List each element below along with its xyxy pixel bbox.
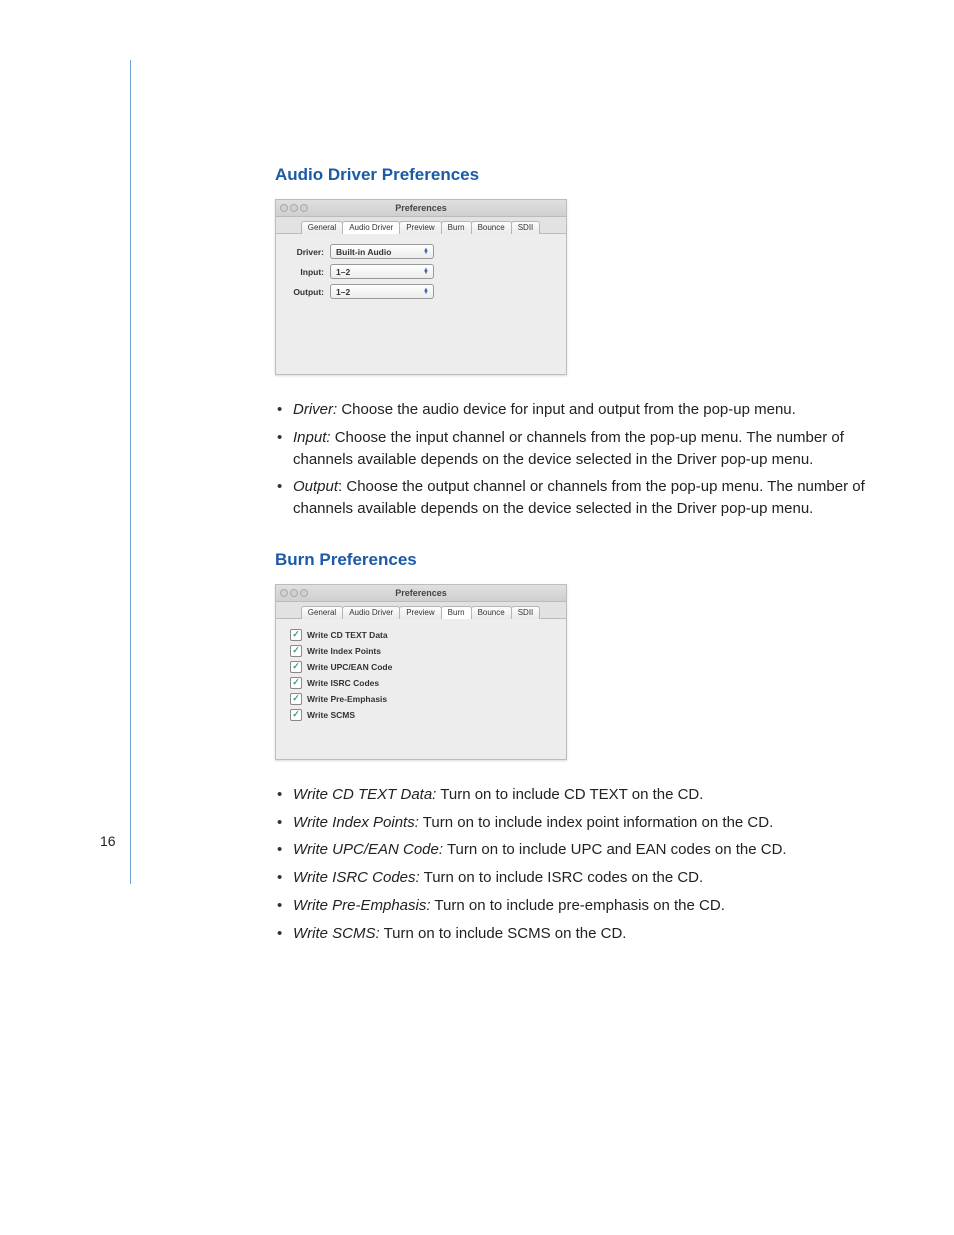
prefs-body-audio: Driver: Built-in Audio ▲▼ Input: 1–2 ▲▼ … xyxy=(276,234,566,374)
select-input[interactable]: 1–2 ▲▼ xyxy=(330,264,434,279)
def-upcean-text: Turn on to include UPC and EAN codes on … xyxy=(443,841,787,858)
chevron-updown-icon: ▲▼ xyxy=(421,289,431,295)
checkbox-upcean[interactable]: ✓ xyxy=(290,661,302,673)
window-titlebar: Preferences xyxy=(276,585,566,602)
select-driver[interactable]: Built-in Audio ▲▼ xyxy=(330,244,434,259)
chevron-updown-icon: ▲▼ xyxy=(421,269,431,275)
label-output: Output: xyxy=(290,287,324,297)
def-cdtext-term: Write CD TEXT Data: xyxy=(293,786,436,803)
def-isrc: Write ISRC Codes: Turn on to include ISR… xyxy=(275,867,865,889)
def-cdtext-text: Turn on to include CD TEXT on the CD. xyxy=(436,786,703,803)
def-output-text: : Choose the output channel or channels … xyxy=(293,478,865,517)
tab-sdii[interactable]: SDII xyxy=(511,606,541,619)
def-isrc-text: Turn on to include ISRC codes on the CD. xyxy=(420,869,703,886)
prefs-tabs: General Audio Driver Preview Burn Bounce… xyxy=(276,602,566,619)
def-driver-term: Driver: xyxy=(293,401,337,418)
tab-audio-driver[interactable]: Audio Driver xyxy=(342,606,400,619)
heading-audio-driver-prefs: Audio Driver Preferences xyxy=(275,165,865,185)
tab-audio-driver[interactable]: Audio Driver xyxy=(342,221,400,234)
def-upcean-term: Write UPC/EAN Code: xyxy=(293,841,443,858)
def-output-term: Output xyxy=(293,478,338,495)
def-driver: Driver: Choose the audio device for inpu… xyxy=(275,399,865,421)
audio-definitions-list: Driver: Choose the audio device for inpu… xyxy=(275,399,865,520)
def-scms: Write SCMS: Turn on to include SCMS on t… xyxy=(275,923,865,945)
select-driver-value: Built-in Audio xyxy=(336,247,391,257)
checkbox-scms-label: Write SCMS xyxy=(307,710,355,720)
tab-general[interactable]: General xyxy=(301,221,343,234)
def-upcean: Write UPC/EAN Code: Turn on to include U… xyxy=(275,839,865,861)
def-input-term: Input: xyxy=(293,429,331,446)
checkbox-isrc[interactable]: ✓ xyxy=(290,677,302,689)
checkbox-cdtext-label: Write CD TEXT Data xyxy=(307,630,388,640)
def-driver-text: Choose the audio device for input and ou… xyxy=(337,401,796,418)
tab-preview[interactable]: Preview xyxy=(399,606,441,619)
checkbox-preemph-label: Write Pre-Emphasis xyxy=(307,694,387,704)
window-title: Preferences xyxy=(276,588,566,598)
label-input: Input: xyxy=(290,267,324,277)
chevron-updown-icon: ▲▼ xyxy=(421,249,431,255)
def-preemph: Write Pre-Emphasis: Turn on to include p… xyxy=(275,895,865,917)
def-cdtext: Write CD TEXT Data: Turn on to include C… xyxy=(275,784,865,806)
def-scms-text: Turn on to include SCMS on the CD. xyxy=(380,925,627,942)
def-output: Output: Choose the output channel or cha… xyxy=(275,476,865,520)
prefs-tabs: General Audio Driver Preview Burn Bounce… xyxy=(276,217,566,234)
checkbox-cdtext[interactable]: ✓ xyxy=(290,629,302,641)
def-isrc-term: Write ISRC Codes: xyxy=(293,869,420,886)
prefs-body-burn: ✓Write CD TEXT Data ✓Write Index Points … xyxy=(276,619,566,759)
tab-bounce[interactable]: Bounce xyxy=(471,221,512,234)
select-input-value: 1–2 xyxy=(336,267,350,277)
def-preemph-term: Write Pre-Emphasis: xyxy=(293,897,431,914)
def-scms-term: Write SCMS: xyxy=(293,925,380,942)
tab-burn[interactable]: Burn xyxy=(441,221,472,234)
tab-preview[interactable]: Preview xyxy=(399,221,441,234)
margin-rule xyxy=(130,60,131,884)
window-title: Preferences xyxy=(276,203,566,213)
tab-general[interactable]: General xyxy=(301,606,343,619)
window-titlebar: Preferences xyxy=(276,200,566,217)
checkbox-indexpts[interactable]: ✓ xyxy=(290,645,302,657)
def-preemph-text: Turn on to include pre-emphasis on the C… xyxy=(431,897,725,914)
def-indexpts-text: Turn on to include index point informati… xyxy=(419,814,773,831)
checkbox-indexpts-label: Write Index Points xyxy=(307,646,381,656)
def-input: Input: Choose the input channel or chann… xyxy=(275,427,865,471)
select-output-value: 1–2 xyxy=(336,287,350,297)
def-input-text: Choose the input channel or channels fro… xyxy=(293,429,844,468)
prefs-window-burn: Preferences General Audio Driver Preview… xyxy=(275,584,567,760)
label-driver: Driver: xyxy=(290,247,324,257)
def-indexpts: Write Index Points: Turn on to include i… xyxy=(275,812,865,834)
checkbox-preemph[interactable]: ✓ xyxy=(290,693,302,705)
tab-bounce[interactable]: Bounce xyxy=(471,606,512,619)
burn-definitions-list: Write CD TEXT Data: Turn on to include C… xyxy=(275,784,865,945)
checkbox-isrc-label: Write ISRC Codes xyxy=(307,678,379,688)
page-number: 16 xyxy=(100,833,116,849)
select-output[interactable]: 1–2 ▲▼ xyxy=(330,284,434,299)
heading-burn-prefs: Burn Preferences xyxy=(275,550,865,570)
tab-burn[interactable]: Burn xyxy=(441,606,472,619)
checkbox-upcean-label: Write UPC/EAN Code xyxy=(307,662,392,672)
tab-sdii[interactable]: SDII xyxy=(511,221,541,234)
checkbox-scms[interactable]: ✓ xyxy=(290,709,302,721)
def-indexpts-term: Write Index Points: xyxy=(293,814,419,831)
prefs-window-audio: Preferences General Audio Driver Preview… xyxy=(275,199,567,375)
